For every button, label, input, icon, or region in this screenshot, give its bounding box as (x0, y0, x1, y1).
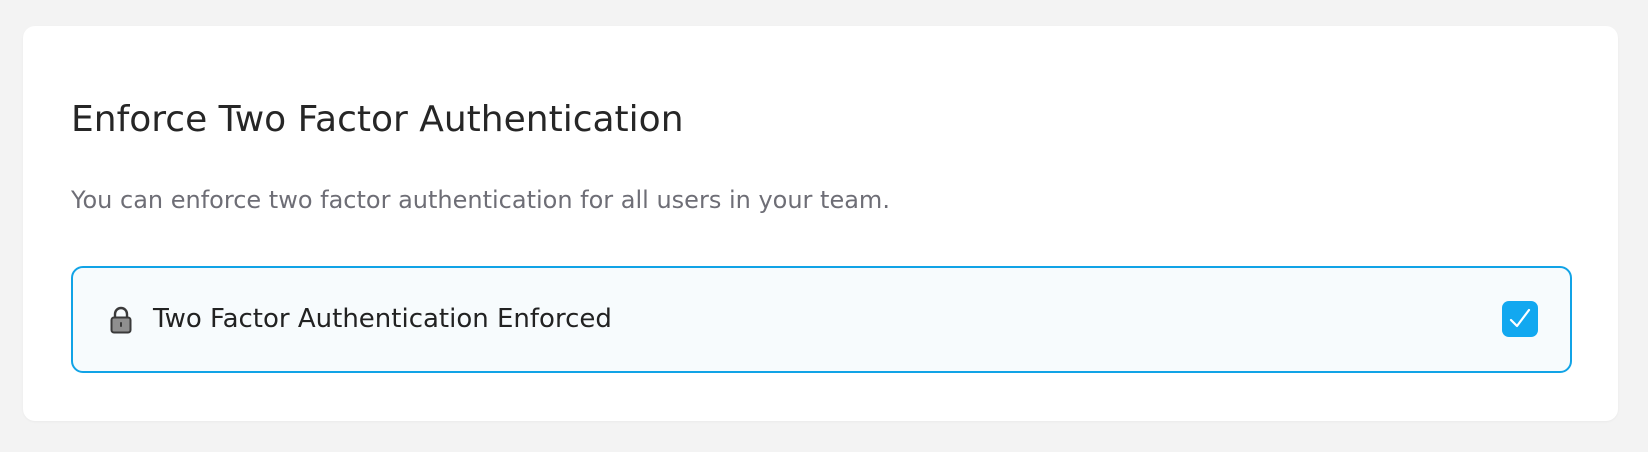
card-title: Enforce Two Factor Authentication (71, 99, 684, 140)
enforce-2fa-checkbox[interactable] (1502, 301, 1538, 337)
checkmark-icon (1509, 308, 1531, 328)
card-description: You can enforce two factor authenticatio… (71, 186, 890, 214)
two-factor-settings-card: Enforce Two Factor Authentication You ca… (23, 26, 1618, 421)
lock-icon (110, 306, 132, 334)
enforce-2fa-option[interactable]: Two Factor Authentication Enforced (71, 266, 1572, 373)
option-label: Two Factor Authentication Enforced (153, 304, 612, 334)
